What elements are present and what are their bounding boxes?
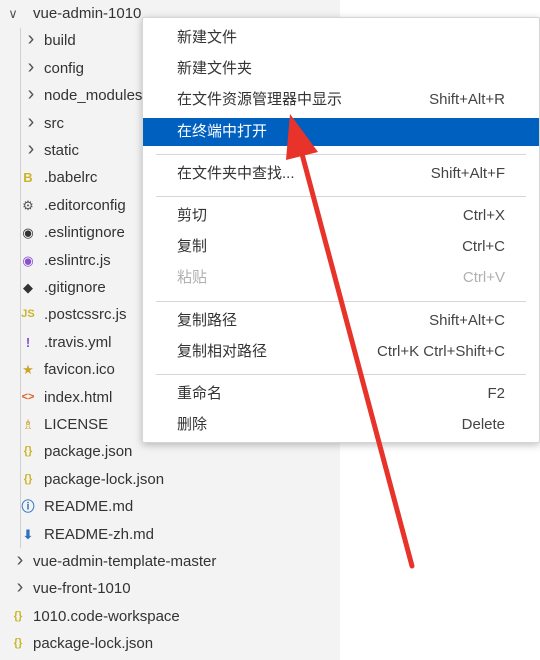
tree-item-label: favicon.ico — [44, 361, 115, 379]
chevron-down-icon: ∨ — [8, 6, 18, 21]
info-icon: ⓘ — [21, 499, 35, 515]
menu-item[interactable]: 删除 Delete — [143, 411, 539, 439]
gear-icon: ⚙ — [22, 197, 34, 213]
tree-item-label: .eslintignore — [44, 224, 125, 242]
chevron-right-icon: › — [27, 138, 35, 160]
tree-item-label: build — [44, 32, 76, 50]
tree-item-file[interactable]: {} package-lock.json — [0, 466, 340, 493]
menu-item[interactable]: 重命名 F2 — [143, 380, 539, 408]
menu-item[interactable]: 复制相对路径 Ctrl+K Ctrl+Shift+C — [143, 338, 539, 366]
menu-item-shortcut: Shift+Alt+R — [429, 91, 505, 109]
tree-item-label: 1010.code-workspace — [33, 607, 180, 625]
tree-item-label: README-zh.md — [44, 525, 155, 543]
tree-item-label: node_modules — [44, 87, 143, 105]
menu-separator — [156, 300, 526, 302]
tree-item-label: src — [44, 114, 64, 132]
git-icon: ◆ — [23, 280, 33, 295]
menu-item-label: 复制 — [177, 238, 208, 256]
eslint-icon: ◉ — [22, 225, 34, 241]
tree-item-folder[interactable]: › vue-admin-template-master — [0, 548, 340, 575]
tree-item-label: README.md — [44, 498, 134, 516]
menu-item-shortcut: Shift+Alt+C — [429, 311, 505, 329]
chevron-right-icon: › — [27, 83, 35, 106]
menu-item-label: 在文件夹中查找... — [177, 164, 295, 182]
tree-item-label: vue-admin-template-master — [33, 553, 217, 570]
license-icon: ♗ — [22, 417, 34, 432]
menu-item[interactable]: 新建文件夹 — [143, 55, 539, 83]
eslint-icon: ◉ — [22, 252, 34, 268]
menu-item-label: 在终端中打开 — [177, 122, 268, 140]
star-icon: ★ — [22, 362, 34, 378]
menu-item-label: 粘贴 — [177, 269, 208, 287]
menu-item-label: 删除 — [177, 416, 208, 434]
menu-item-shortcut: Ctrl+K Ctrl+Shift+C — [377, 342, 505, 360]
menu-item-shortcut: F2 — [487, 385, 505, 402]
tree-item-label: package-lock.json — [44, 470, 165, 488]
menu-item[interactable]: 复制 Ctrl+C — [143, 233, 539, 261]
tree-item-label: .editorconfig — [44, 196, 126, 214]
menu-separator — [156, 374, 526, 375]
tree-item-label: LICENSE — [44, 416, 109, 433]
menu-item[interactable]: 复制路径 Shift+Alt+C — [143, 307, 539, 335]
menu-separator — [156, 196, 526, 197]
html-icon: <> — [21, 390, 35, 403]
json-icon: {} — [23, 445, 33, 458]
menu-item-label: 剪切 — [177, 207, 208, 224]
tree-item-label: index.html — [44, 388, 113, 406]
menu-item-label: 在文件资源管理器中显示 — [177, 91, 343, 109]
yaml-icon: ! — [25, 334, 31, 350]
chevron-right-icon: › — [27, 110, 35, 133]
chevron-right-icon: › — [27, 55, 35, 78]
menu-item[interactable]: 在终端中打开 — [143, 117, 539, 146]
tree-item-label: .eslintrc.js — [44, 251, 111, 269]
babel-icon: B — [23, 170, 33, 186]
tree-item-file[interactable]: {} package-lock.json — [0, 630, 340, 657]
tree-item-label: package.json — [44, 443, 133, 461]
menu-item-shortcut: Ctrl+V — [462, 269, 505, 287]
chevron-right-icon: › — [16, 549, 24, 571]
menu-item: 粘贴 Ctrl+V — [143, 264, 539, 292]
json-icon: {} — [13, 637, 23, 650]
tree-item-label: .gitignore — [44, 279, 106, 296]
js-icon: JS — [21, 308, 35, 321]
menu-item-shortcut: Ctrl+C — [462, 238, 505, 256]
tree-item-label: package-lock.json — [33, 635, 154, 653]
menu-item-label: 新建文件 — [177, 29, 238, 46]
tree-item-folder[interactable]: › vue-front-1010 — [0, 575, 340, 602]
menu-item-label: 重命名 — [177, 385, 223, 402]
download-icon: ⬇ — [22, 526, 34, 542]
menu-item[interactable]: 在文件资源管理器中显示 Shift+Alt+R — [143, 86, 539, 114]
menu-item-shortcut: Delete — [461, 416, 505, 434]
json-icon: {} — [13, 609, 23, 622]
menu-item-shortcut: Shift+Alt+F — [430, 164, 505, 182]
tree-item-label: vue-admin-1010 — [33, 5, 142, 22]
json-icon: {} — [23, 472, 33, 485]
tree-item-label: static — [44, 142, 80, 159]
tree-item-file[interactable]: {} 1010.code-workspace — [0, 603, 340, 630]
chevron-right-icon: › — [27, 28, 35, 51]
menu-item[interactable]: 在文件夹中查找... Shift+Alt+F — [143, 160, 539, 188]
tree-item-file[interactable]: ⓘ README.md — [0, 493, 340, 520]
menu-item-label: 新建文件夹 — [177, 60, 253, 78]
tree-item-label: vue-front-1010 — [33, 580, 131, 598]
menu-item[interactable]: 新建文件 — [143, 24, 539, 52]
tree-item-label: .postcssrc.js — [44, 306, 127, 324]
chevron-right-icon: › — [16, 576, 24, 599]
tree-item-file[interactable]: ⬇ README-zh.md — [0, 521, 340, 548]
context-menu: 新建文件 新建文件夹 在文件资源管理器中显示 Shift+Alt+R 在终端中打开 在文件… — [142, 17, 540, 443]
tree-item-label: config — [44, 59, 85, 77]
menu-separator — [156, 153, 526, 155]
menu-item-shortcut: Ctrl+X — [462, 207, 505, 224]
tree-item-label: .babelrc — [44, 169, 98, 187]
menu-item-label: 复制相对路径 — [177, 342, 268, 360]
menu-item[interactable]: 剪切 Ctrl+X — [143, 202, 539, 230]
tree-item-label: .travis.yml — [44, 333, 112, 351]
menu-item-label: 复制路径 — [177, 311, 238, 329]
